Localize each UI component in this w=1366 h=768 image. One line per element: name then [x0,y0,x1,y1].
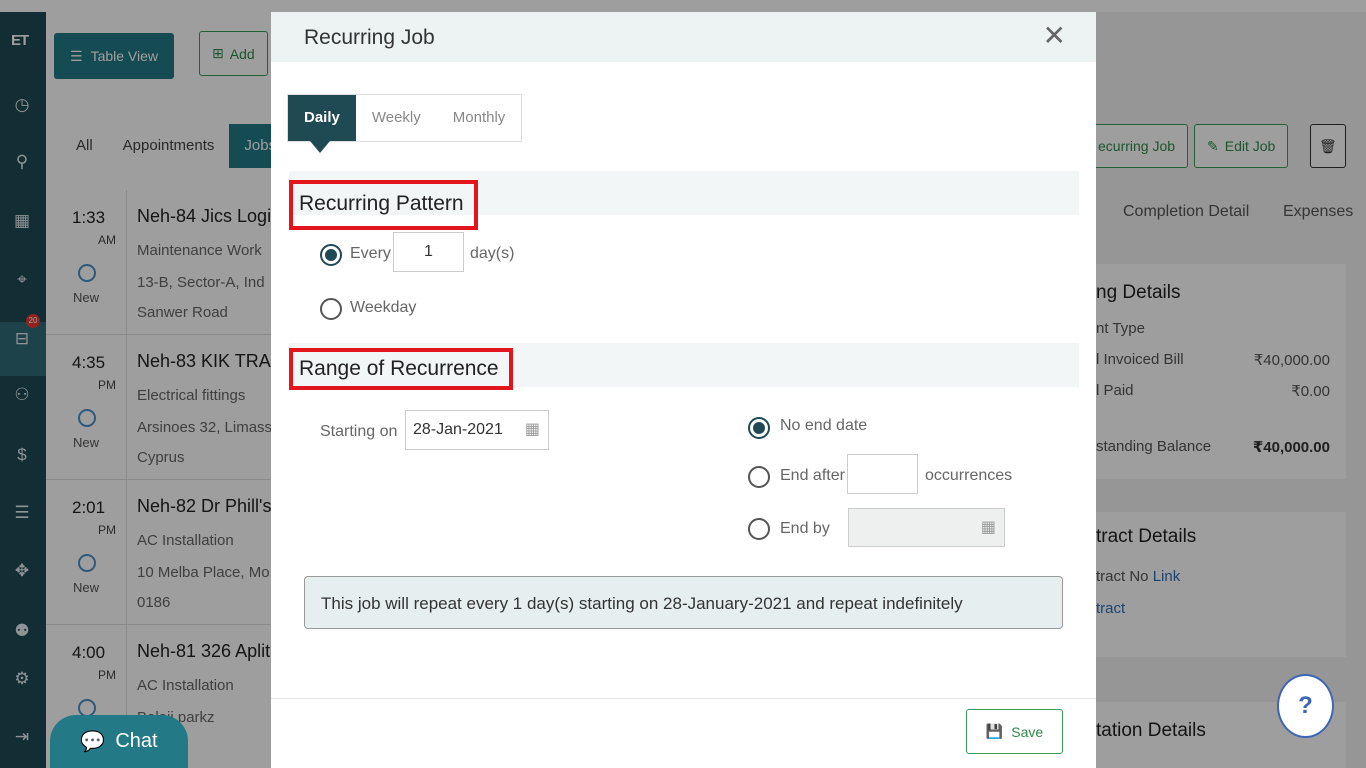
modal-footer-divider [271,698,1096,699]
help-button[interactable]: ? [1277,674,1334,738]
end-by-date-input[interactable]: ▦ [848,508,1005,547]
no-end-date-label: No end date [780,417,868,434]
tab-daily[interactable]: Daily [288,95,356,153]
every-label: Every [350,245,391,262]
calendar-icon[interactable]: ▦ [525,419,540,439]
start-date-input[interactable]: 28-Jan-2021 ▦ [405,410,549,450]
every-radio[interactable] [320,244,342,266]
occurrences-input[interactable] [847,454,918,494]
end-by-label: End by [780,520,830,537]
recurring-job-modal: Recurring Job ✕ Daily Weekly Monthly Rec… [271,12,1096,768]
chat-button[interactable]: 💬 Chat [50,715,188,768]
active-tab-caret-icon [310,141,330,153]
days-unit-label: day(s) [470,245,515,262]
occurrences-label: occurrences [925,467,1013,484]
close-icon[interactable]: ✕ [1043,22,1066,50]
save-button[interactable]: 💾 Save [966,709,1063,754]
recurring-pattern-heading: Recurring Pattern [289,180,478,230]
end-after-label: End after [780,467,845,484]
weekday-label: Weekday [350,299,417,316]
end-by-radio[interactable] [748,518,770,540]
modal-header: Recurring Job ✕ [271,12,1096,62]
no-end-date-radio[interactable] [748,417,770,439]
calendar-icon[interactable]: ▦ [981,517,996,537]
save-icon: 💾 [985,723,1004,739]
recurrence-summary: This job will repeat every 1 day(s) star… [304,576,1063,629]
end-after-radio[interactable] [748,466,770,488]
starting-on-label: Starting on [320,423,398,440]
range-of-recurrence-heading: Range of Recurrence [289,348,513,390]
tab-monthly[interactable]: Monthly [437,95,522,141]
tab-weekly[interactable]: Weekly [356,95,437,141]
frequency-tabs: Daily Weekly Monthly [287,94,523,153]
modal-title: Recurring Job [304,26,435,49]
every-days-input[interactable]: 1 [393,232,464,272]
weekday-radio[interactable] [320,298,342,320]
chat-bubble-icon: 💬 [80,731,106,753]
